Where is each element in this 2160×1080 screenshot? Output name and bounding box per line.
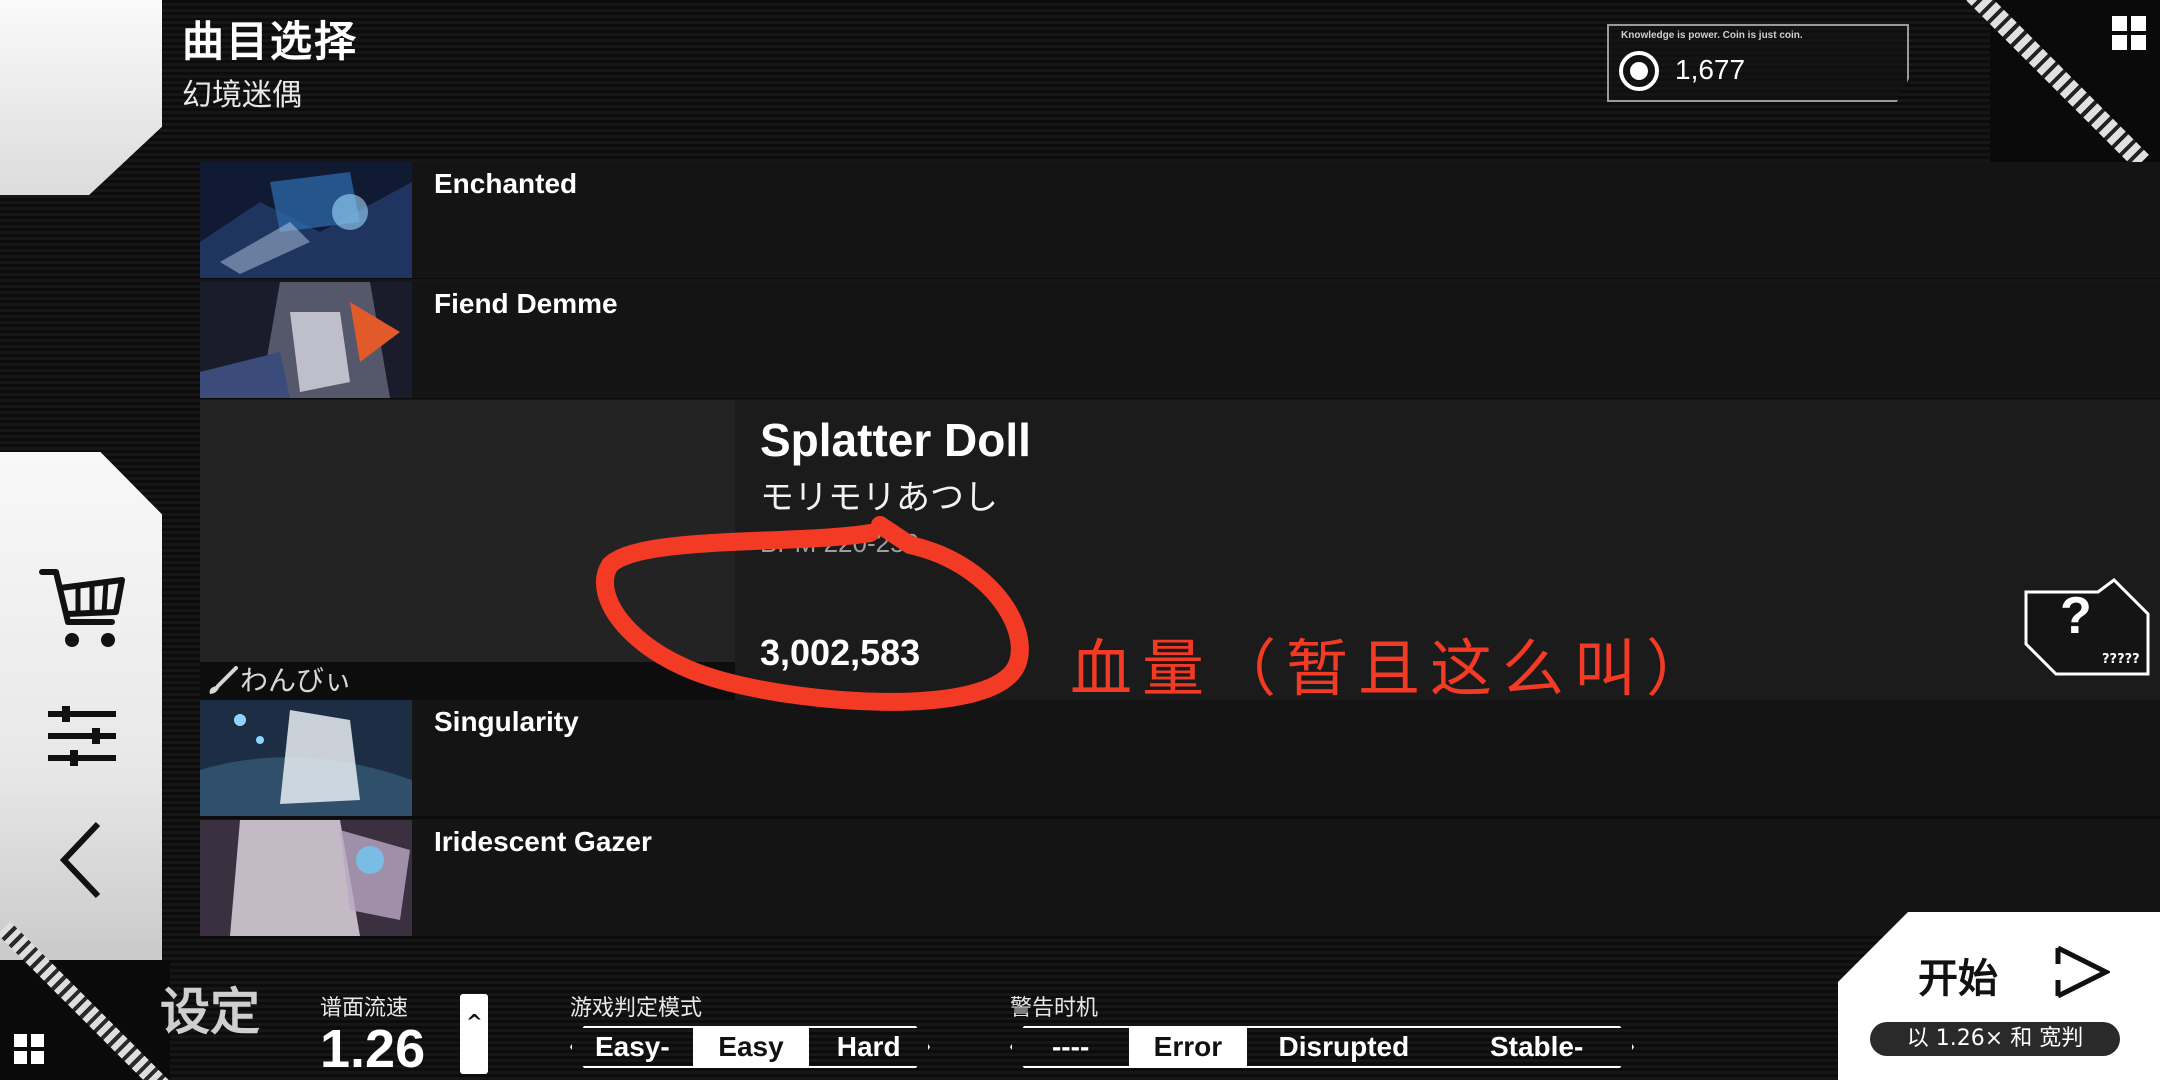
list-item[interactable]: Iridescent Gazer — [200, 820, 2160, 936]
judge-mode-selector[interactable]: Easy- Easy Hard — [570, 1026, 930, 1068]
coin-value: 1,677 — [1675, 54, 1746, 85]
warning-option[interactable]: Disrupted — [1247, 1028, 1442, 1066]
coin-counter: Knowledge is power. Coin is just coin. 1… — [1607, 24, 1909, 102]
difficulty-badge[interactable]: ? ????? — [2022, 578, 2152, 678]
back-icon[interactable] — [58, 820, 104, 900]
speed-value: 1.26 — [320, 1019, 426, 1079]
sliders-icon[interactable] — [44, 706, 120, 766]
cart-icon[interactable] — [38, 566, 128, 654]
settings-label: 设定 — [160, 983, 260, 1041]
chevron-up-icon: ^ — [466, 1010, 483, 1034]
list-item[interactable]: Fiend Demme — [200, 282, 2160, 398]
difficulty-label: ????? — [2102, 652, 2140, 667]
song-cover-image — [200, 282, 412, 398]
song-cover-image — [200, 820, 412, 936]
warning-timing-label: 警告时机 — [1010, 996, 1099, 1021]
judge-option-selected[interactable]: Easy — [693, 1028, 810, 1066]
annotation-circle — [596, 516, 1029, 711]
coin-icon — [1619, 51, 1659, 91]
warning-timing-selector[interactable]: ---- Error Disrupted Stable- — [1010, 1026, 1634, 1068]
chart-designer-name: わんびぃ — [240, 664, 353, 697]
page-title: 曲目选择 — [182, 17, 359, 66]
brush-icon — [209, 666, 238, 694]
warning-option[interactable]: ---- — [1012, 1028, 1129, 1066]
coin-tagline: Knowledge is power. Coin is just coin. — [1621, 30, 1803, 41]
difficulty-symbol: ? — [2060, 587, 2092, 645]
menu-grid-icon[interactable] — [2112, 16, 2146, 50]
page-subtitle: 幻境迷偶 — [182, 78, 302, 113]
judge-option[interactable]: Easy- — [572, 1028, 693, 1066]
song-title: Fiend Demme — [434, 288, 618, 319]
list-item[interactable]: Enchanted — [200, 162, 2160, 278]
judge-mode-label: 游戏判定模式 — [570, 996, 703, 1021]
speed-stepper[interactable]: ^ — [460, 994, 488, 1074]
menu-grid-icon[interactable] — [14, 1034, 44, 1064]
play-arrow-icon — [2055, 946, 2110, 998]
start-settings-summary: 以 1.26× 和 宽判 — [1870, 1022, 2120, 1056]
song-title: Singularity — [434, 706, 579, 737]
annotation-text: 血量（暂且这么叫） — [1070, 632, 1719, 705]
selected-song-title: Splatter Doll — [760, 414, 1031, 466]
start-button-label: 开始 — [1918, 956, 1998, 1002]
list-item[interactable]: Singularity — [200, 700, 2160, 816]
song-cover-image — [200, 162, 412, 278]
judge-option[interactable]: Hard — [809, 1028, 928, 1066]
song-cover-image — [200, 700, 412, 816]
warning-option[interactable]: Stable- — [1441, 1028, 1632, 1066]
song-title: Enchanted — [434, 168, 578, 199]
song-title: Iridescent Gazer — [434, 826, 652, 857]
warning-option-selected[interactable]: Error — [1129, 1028, 1246, 1066]
